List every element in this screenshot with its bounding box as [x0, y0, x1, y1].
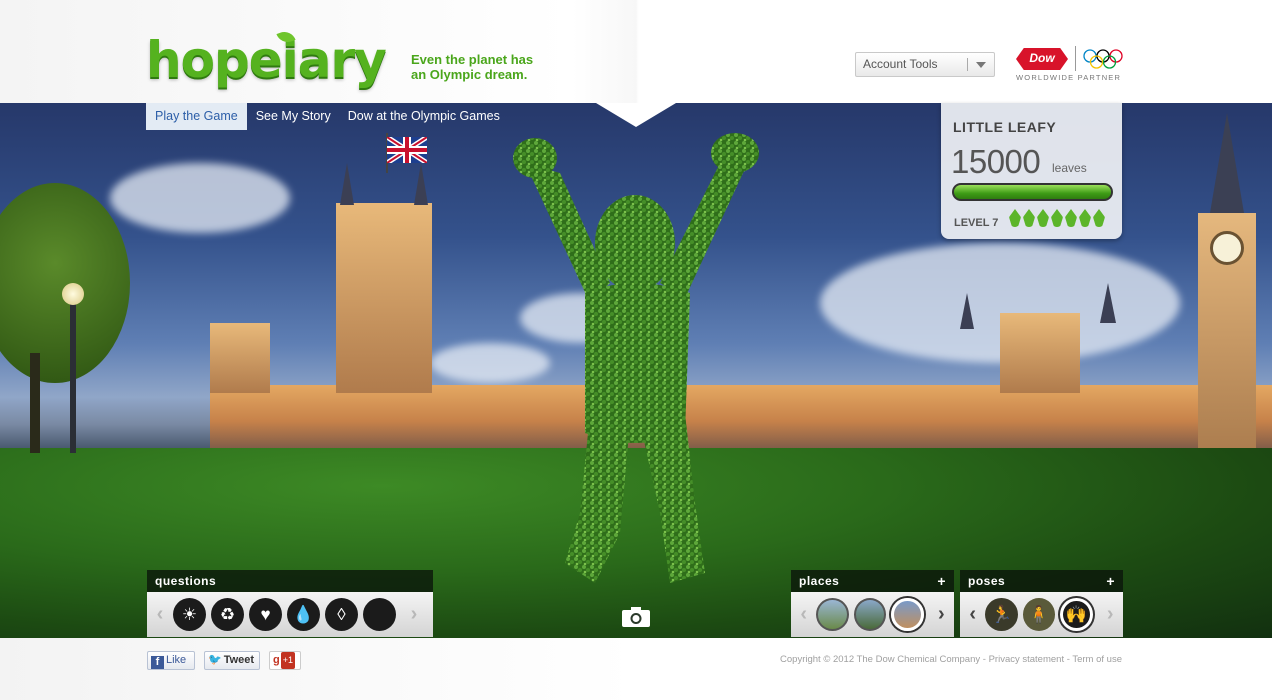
level-leaf-icon [1009, 209, 1021, 227]
level-leaf-icon [1037, 209, 1049, 227]
progress-bar [952, 183, 1113, 201]
level-leaf-icon [1079, 209, 1091, 227]
tagline-line-2: an Olympic dream. [411, 67, 528, 82]
account-tools-dropdown[interactable]: Account Tools [855, 52, 995, 77]
recycle-icon[interactable]: ♻ [211, 598, 244, 631]
leaves-unit: leaves [1052, 161, 1087, 175]
camera-icon[interactable] [621, 606, 651, 628]
tree [0, 183, 130, 383]
poses-title: poses [968, 574, 1006, 588]
privacy-link[interactable]: Privacy statement [989, 654, 1065, 665]
places-next-arrow[interactable]: › [929, 603, 954, 626]
dow-logo[interactable]: Dow [1016, 48, 1068, 70]
places-tray: ‹ › [791, 592, 954, 637]
tagline-line-1: Even the planet has [411, 52, 534, 67]
poses-next-arrow[interactable]: › [1098, 603, 1123, 626]
questions-title: questions [147, 570, 433, 592]
nav-play-the-game[interactable]: Play the Game [146, 103, 247, 130]
cloud [110, 163, 290, 233]
footer-links: Copyright © 2012 The Dow Chemical Compan… [780, 654, 1122, 665]
jumping-pose-icon[interactable]: 🙌 [1060, 598, 1093, 631]
water-drop-icon[interactable]: 💧 [287, 598, 320, 631]
water-drop-outline-icon[interactable]: ◊ [325, 598, 358, 631]
places-title: places [799, 574, 840, 588]
score-panel: LITTLE LEAFY 15000 leaves LEVEL 7 [941, 103, 1122, 239]
facebook-icon: f [151, 656, 164, 669]
terms-link[interactable]: Term of use [1072, 654, 1122, 665]
nav-see-my-story[interactable]: See My Story [248, 103, 339, 130]
places-prev-arrow[interactable]: ‹ [791, 603, 816, 626]
poses-header: poses + [960, 570, 1123, 592]
tower-spire [414, 163, 428, 205]
progress-fill [954, 185, 1111, 199]
standing-pose-icon[interactable]: 🧍 [1022, 598, 1056, 631]
level-label: LEVEL 7 [954, 217, 999, 229]
main-nav: Play the Game See My Story Dow at the Ol… [146, 103, 509, 130]
dow-logo-text: Dow [1029, 51, 1055, 65]
sun-icon[interactable]: ☀ [173, 598, 206, 631]
stonehenge-place-icon[interactable] [816, 598, 849, 631]
leafy-hedge-character[interactable] [510, 133, 760, 593]
big-ben-spire [1210, 113, 1244, 213]
partner-divider [1075, 46, 1076, 71]
poses-tray: ‹ 🏃 🧍 🙌 › [960, 592, 1123, 637]
olympic-rings-icon [1083, 49, 1123, 69]
level-leaf-icon [1051, 209, 1063, 227]
google-plus-one-button[interactable]: g +1 [269, 651, 301, 670]
chevron-down-icon [976, 62, 986, 68]
leaves-count: 15000 [951, 143, 1041, 180]
parliament-wing [210, 323, 270, 393]
victoria-tower [336, 203, 432, 393]
hopeiary-logo[interactable]: hopeiary [146, 30, 387, 90]
tree-trunk [30, 353, 40, 453]
city-place-icon[interactable] [853, 598, 887, 631]
questions-tray: ‹ ☀ ♻ ♥ 💧 ◊ › [147, 592, 433, 637]
poses-prev-arrow[interactable]: ‹ [960, 603, 985, 626]
places-header: places + [791, 570, 954, 592]
level-leaf-icon [1023, 209, 1035, 227]
level-leaves [1009, 209, 1105, 227]
plus-one-label: +1 [280, 652, 295, 669]
running-pose-icon[interactable]: 🏃 [985, 598, 1018, 631]
facebook-like-button[interactable]: f Like [147, 651, 195, 670]
google-g-icon: g [273, 654, 280, 666]
questions-prev-arrow[interactable]: ‹ [147, 603, 173, 626]
player-name: LITTLE LEAFY [953, 119, 1057, 135]
lamp-globe [62, 283, 84, 305]
places-panel: places + ‹ › [791, 570, 954, 637]
level-leaf-icon [1093, 209, 1105, 227]
union-jack-flag-icon [387, 137, 427, 163]
dropdown-separator [967, 58, 968, 71]
heart-icon[interactable]: ♥ [249, 598, 282, 631]
questions-next-arrow[interactable]: › [401, 603, 427, 626]
tagline: Even the planet has an Olympic dream. [411, 52, 551, 82]
questions-panel: questions ‹ ☀ ♻ ♥ 💧 ◊ › [147, 570, 433, 637]
parliament-wing [1000, 313, 1080, 393]
poses-add-button[interactable]: + [1106, 570, 1115, 592]
nav-dow-at-olympic-games[interactable]: Dow at the Olympic Games [340, 103, 508, 130]
twitter-bird-icon: 🐦 [208, 654, 222, 666]
like-label: Like [166, 654, 187, 666]
tower-spire [340, 163, 354, 205]
level-leaf-icon [1065, 209, 1077, 227]
parliament-place-icon[interactable] [891, 598, 924, 631]
worldwide-partner-text: WORLDWIDE PARTNER [1016, 73, 1122, 82]
copyright-link[interactable]: Copyright © 2012 The Dow Chemical Compan… [780, 654, 980, 665]
poses-panel: poses + ‹ 🏃 🧍 🙌 › [960, 570, 1123, 637]
clock-face-icon [1210, 231, 1244, 265]
account-tools-label: Account Tools [863, 57, 938, 71]
footer-separator: - [980, 654, 989, 665]
tweet-button[interactable]: 🐦 Tweet [204, 651, 260, 670]
places-add-button[interactable]: + [937, 570, 946, 592]
lamp-post [70, 293, 76, 453]
tweet-label: Tweet [223, 654, 255, 666]
site-header: hopeiary Even the planet has an Olympic … [0, 0, 1272, 103]
leaf-icon[interactable] [363, 598, 396, 631]
